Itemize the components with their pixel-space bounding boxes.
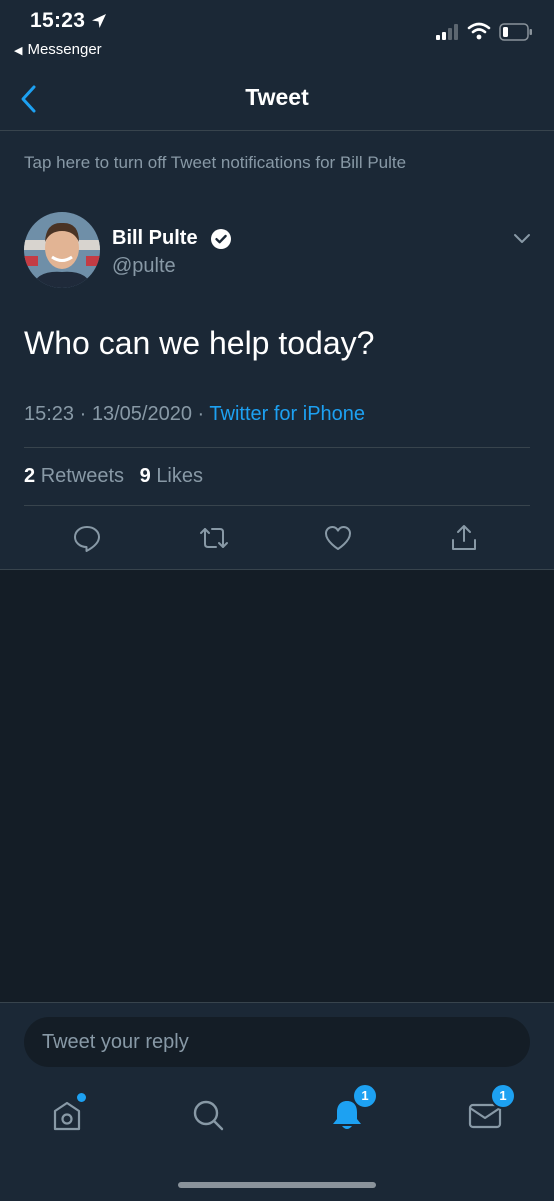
tweet-time: 15:23 [24,403,75,425]
share-icon[interactable] [449,523,479,553]
notifications-badge: 1 [352,1083,378,1109]
retweets-count-link[interactable]: 2 Retweets [24,465,124,487]
back-to-app-link[interactable]: ◀ Messenger [14,41,102,58]
tweet-detail: Tap here to turn off Tweet notifications… [0,131,554,570]
location-arrow-icon [91,13,107,34]
reply-icon[interactable] [72,523,102,553]
tweet-date: 13/05/2020 [91,403,192,425]
back-triangle-icon: ◀ [14,45,23,57]
signal-icon [436,24,460,45]
tab-notifications[interactable]: 1 [328,1083,378,1135]
status-bar: 15:23 ◀ Messenger [0,0,554,70]
like-icon[interactable] [323,523,353,553]
bottom-bar: 1 1 [0,1002,554,1201]
avatar[interactable] [24,212,100,288]
page-title: Tweet [245,84,309,110]
messages-badge: 1 [490,1083,516,1109]
retweets-label: Retweets [40,465,125,487]
home-new-dot [77,1093,86,1102]
likes-count-link[interactable]: 9 Likes [140,465,203,487]
tweet-source-link[interactable]: Twitter for iPhone [209,403,365,425]
navigation-bar: Tweet [0,70,554,131]
reply-input[interactable] [24,1017,530,1067]
back-app-label: Messenger [27,41,102,58]
divider [24,447,530,448]
divider [24,505,530,506]
tweet-stats: 2 Retweets 9 Likes [24,465,213,488]
notification-toggle-banner[interactable]: Tap here to turn off Tweet notifications… [24,153,406,173]
tab-messages[interactable]: 1 [466,1083,516,1135]
retweets-count: 2 [24,465,36,487]
tab-search[interactable] [188,1095,228,1135]
meta-separator: · [197,403,205,425]
status-time: 15:23 [30,9,86,32]
home-indicator[interactable] [178,1182,376,1188]
battery-icon [499,23,533,46]
retweet-icon[interactable] [197,523,228,553]
tab-home[interactable] [49,1093,89,1135]
search-icon [193,1100,224,1131]
meta-separator: · [79,403,87,425]
chevron-down-icon[interactable] [512,231,532,250]
wifi-icon [467,22,491,45]
tweet-meta: 15:23 · 13/05/2020 · Twitter for iPhone [24,403,365,426]
verified-badge-icon [210,228,232,255]
author-handle[interactable]: @pulte [112,255,176,278]
likes-label: Likes [156,465,204,487]
likes-count: 9 [139,465,151,487]
author-name[interactable]: Bill Pulte [112,227,198,250]
tweet-text: Who can we help today? [24,325,375,361]
